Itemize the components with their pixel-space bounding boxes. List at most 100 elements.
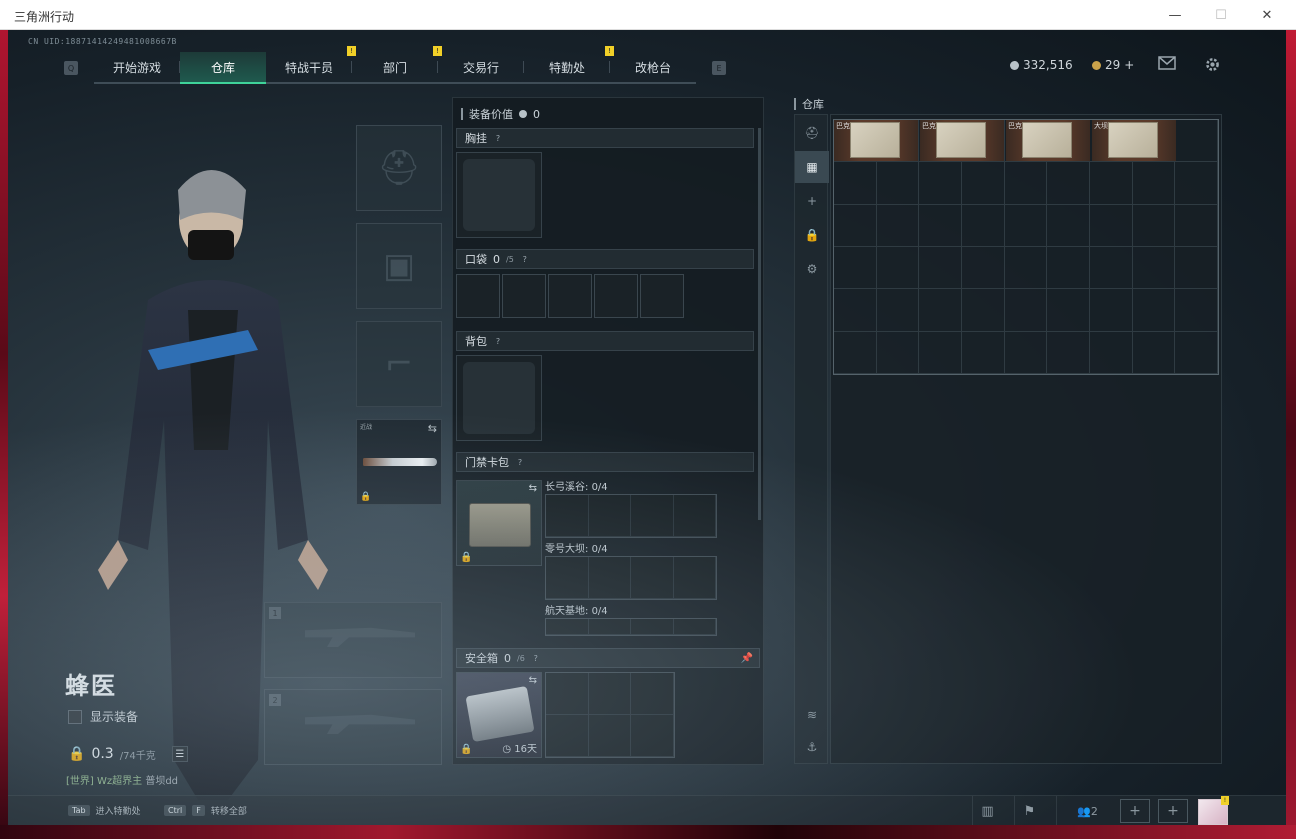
stash-cell[interactable] <box>1090 289 1133 332</box>
help-icon[interactable]: ? <box>515 457 525 467</box>
pistol-slot[interactable]: ⌐ <box>356 321 442 407</box>
stash-cell[interactable] <box>876 162 920 205</box>
stash-cell[interactable] <box>1175 204 1218 247</box>
stash-cell[interactable] <box>1132 246 1176 290</box>
stash-tab-add-icon[interactable]: + <box>795 185 829 217</box>
stash-cell[interactable] <box>962 289 1005 332</box>
stash-cell[interactable] <box>1004 162 1048 205</box>
tab-trading[interactable]: 交易行 <box>438 52 524 82</box>
stash-cell[interactable] <box>919 246 962 290</box>
stash-layers-icon[interactable]: ≋ <box>795 699 829 731</box>
nav-next-key[interactable]: E <box>712 61 726 75</box>
stash-cell[interactable] <box>1132 162 1176 205</box>
stash-cell[interactable] <box>1004 246 1048 290</box>
stash-cell[interactable] <box>1047 204 1090 247</box>
tab-start-game[interactable]: 开始游戏 <box>94 52 180 82</box>
stash-cell[interactable] <box>1132 204 1176 247</box>
help-icon[interactable]: ? <box>493 133 503 143</box>
pocket-slot[interactable] <box>640 274 684 318</box>
stash-cell[interactable] <box>1175 120 1218 163</box>
keycard-grid[interactable] <box>545 618 717 636</box>
stash-cell[interactable] <box>962 162 1005 205</box>
tab-operators[interactable]: 特战干员 ! <box>266 46 356 82</box>
gold-add-button[interactable]: + <box>1124 58 1134 72</box>
stash-cell[interactable] <box>1175 246 1218 290</box>
pocket-slot[interactable] <box>548 274 592 318</box>
stash-cell[interactable] <box>1132 331 1176 374</box>
tab-gunsmith[interactable]: 改枪台 <box>610 52 696 82</box>
stash-cell[interactable] <box>1132 289 1176 332</box>
swap-icon[interactable]: ⇆ <box>428 422 437 435</box>
stash-tab-map-icon[interactable]: ▦ <box>795 151 829 183</box>
stash-cell[interactable] <box>1090 204 1133 247</box>
stash-cell[interactable] <box>1047 162 1090 205</box>
stash-cell[interactable] <box>876 331 920 374</box>
stash-item[interactable]: 巴克 <box>834 120 918 161</box>
pocket-slot[interactable] <box>594 274 638 318</box>
stash-item[interactable]: 巴克 <box>920 120 1004 161</box>
stash-cell[interactable] <box>1004 331 1048 374</box>
primary-weapon-slot[interactable]: 1 <box>264 602 442 678</box>
help-icon[interactable]: ? <box>531 653 541 663</box>
stash-cell[interactable] <box>962 246 1005 290</box>
stash-cell[interactable] <box>876 246 920 290</box>
helmet-slot[interactable]: ⛑ <box>356 125 442 211</box>
stash-cell[interactable] <box>834 204 877 247</box>
keycard-case-slot[interactable]: ⇆ 🔒 <box>456 480 542 566</box>
stash-cell[interactable] <box>876 204 920 247</box>
stash-cell[interactable] <box>1175 289 1218 332</box>
armor-slot[interactable]: ▣ <box>356 223 442 309</box>
backpack-slot[interactable] <box>456 355 542 441</box>
tab-special-ops[interactable]: 特勤处 ! <box>524 46 614 82</box>
stash-tab-settings-icon[interactable]: ⚙ <box>795 253 829 285</box>
stash-cell[interactable] <box>1047 289 1090 332</box>
stash-cell[interactable] <box>834 162 877 205</box>
chat-line[interactable]: [世界] Wz超界主 普坝dd <box>66 772 178 787</box>
gold-currency[interactable]: 29 + <box>1092 58 1134 72</box>
stash-cell[interactable] <box>919 331 962 374</box>
stash-cell[interactable] <box>1047 246 1090 290</box>
keycard-grid[interactable] <box>545 494 717 538</box>
flag-icon[interactable]: ⚑ <box>1014 796 1044 825</box>
stash-cell[interactable] <box>962 204 1005 247</box>
stash-sort-icon[interactable]: ⚓ <box>795 731 829 763</box>
stash-cell[interactable] <box>876 289 920 332</box>
stash-cell[interactable] <box>919 289 962 332</box>
help-icon[interactable]: ? <box>520 254 530 264</box>
stash-tab-lock-icon[interactable]: 🔒 <box>795 219 829 251</box>
stash-cell[interactable] <box>1004 289 1048 332</box>
show-equipment-checkbox[interactable] <box>68 709 82 724</box>
stash-cell[interactable] <box>834 289 877 332</box>
special-ops-hint[interactable]: Tab 进入特勤处 <box>68 804 141 817</box>
maximize-button[interactable]: ☐ <box>1198 0 1244 30</box>
avatar[interactable]: ! <box>1198 796 1229 825</box>
pocket-slot[interactable] <box>502 274 546 318</box>
pin-icon[interactable]: 📌 <box>741 653 753 664</box>
safe-box-slot[interactable]: ⇆ 🔒 ◷ 16天 <box>456 672 542 758</box>
show-equipment-toggle[interactable]: 显示装备 <box>68 708 138 725</box>
gear-icon[interactable] <box>1204 56 1221 77</box>
pocket-slot[interactable] <box>456 274 500 318</box>
stash-cell[interactable] <box>919 204 962 247</box>
friends-button[interactable]: 👥 2 <box>1056 796 1118 825</box>
swap-icon[interactable]: ⇆ <box>529 675 537 686</box>
stash-cell[interactable] <box>1175 162 1218 205</box>
tab-warehouse[interactable]: 仓库 <box>180 52 266 84</box>
gear-scrollbar[interactable] <box>758 128 761 520</box>
melee-slot[interactable]: 近战 ⇆ 🔒 <box>356 419 442 505</box>
transfer-all-hint[interactable]: Ctrl F 转移全部 <box>164 804 247 817</box>
stash-cell[interactable] <box>834 331 877 374</box>
list-icon[interactable]: ☰ <box>171 746 188 762</box>
stash-cell[interactable] <box>834 246 877 290</box>
stash-tab-helmet-icon[interactable]: ⛑ <box>795 117 829 149</box>
swap-icon[interactable]: ⇆ <box>529 483 537 494</box>
safe-box-grid[interactable] <box>545 672 675 758</box>
stash-cell[interactable] <box>962 331 1005 374</box>
nav-prev-key[interactable]: Q <box>64 61 78 75</box>
invite-slot-1[interactable]: + <box>1120 799 1150 823</box>
stash-cell[interactable] <box>1047 331 1090 374</box>
stash-cell[interactable] <box>919 162 962 205</box>
minimize-button[interactable]: — <box>1152 0 1198 30</box>
close-button[interactable]: ✕ <box>1244 0 1290 30</box>
chest-rig-slot[interactable] <box>456 152 542 238</box>
